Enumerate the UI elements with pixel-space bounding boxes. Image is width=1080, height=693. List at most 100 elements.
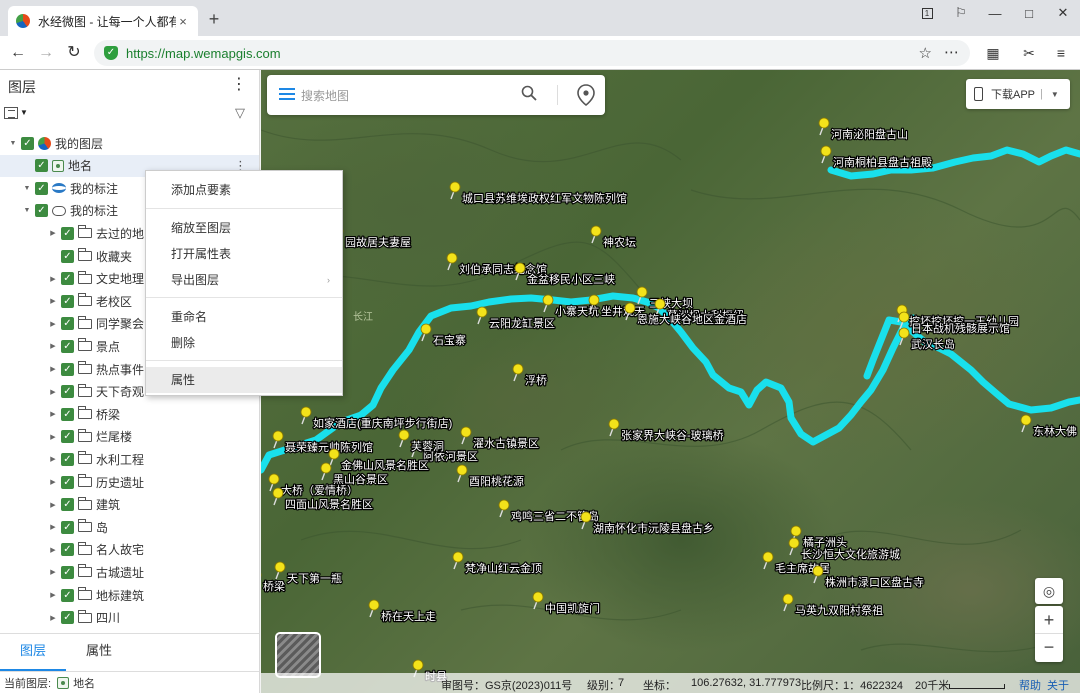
pushpin-icon[interactable] (514, 262, 526, 281)
map-place-label[interactable]: 橘子洲头 (802, 535, 848, 550)
pushpin-icon[interactable] (818, 117, 830, 136)
map-place-label[interactable]: 湖南怀化市沅陵县盘古乡 (592, 520, 715, 536)
expand-arrow-icon[interactable]: ▶ (48, 591, 58, 599)
map-place-label[interactable]: 河南桐柏县盘古祖殿 (832, 154, 933, 170)
pushpin-icon[interactable] (320, 462, 332, 481)
forward-icon[interactable]: → (36, 43, 56, 63)
map-place-label[interactable]: 武汉长岛 (910, 336, 956, 352)
minimize-icon[interactable]: — (978, 0, 1012, 26)
tab-properties[interactable]: 属性 (66, 634, 132, 671)
grid-apps-icon[interactable]: ▦ (984, 44, 1002, 62)
expand-arrow-icon[interactable]: ▶ (48, 546, 58, 554)
layer-tree-row[interactable]: ▶ ✓ 地标建筑 (0, 584, 259, 606)
layer-visibility-checkbox[interactable]: ✓ (61, 317, 74, 331)
pushpin-icon[interactable] (898, 327, 910, 346)
pushpin-icon[interactable] (762, 551, 774, 570)
map-place-label[interactable]: 大桥（爱情桥） (280, 482, 359, 498)
layer-tree-row[interactable]: ▶ ✓ 古城遗址 (0, 561, 259, 583)
expand-arrow-icon[interactable]: ▶ (48, 275, 58, 283)
basemap-thumbnail[interactable] (275, 632, 321, 678)
pushpin-icon[interactable] (368, 599, 380, 618)
pushpin-icon[interactable] (328, 448, 340, 467)
download-app-button[interactable]: 下载APP | ▼ (966, 79, 1070, 109)
layer-visibility-checkbox[interactable]: ✓ (61, 520, 74, 534)
expand-arrow-icon[interactable]: ▶ (48, 297, 58, 305)
layer-visibility-checkbox[interactable]: ✓ (61, 249, 74, 263)
menu-item-add-point[interactable]: 添加点要素 (146, 177, 342, 203)
layer-visibility-checkbox[interactable]: ✓ (35, 181, 48, 195)
map-place-label[interactable]: 如家酒店(重庆南坪步行街店) (312, 415, 454, 431)
expand-arrow-icon[interactable]: ▶ (48, 433, 58, 441)
shirt-icon[interactable]: ⚐ (944, 0, 978, 26)
pushpin-icon[interactable] (498, 499, 510, 518)
reload-icon[interactable]: ↻ (64, 43, 84, 63)
map-place-label[interactable]: 梵净山红云金顶 (464, 560, 543, 576)
close-window-icon[interactable]: ✕ (1046, 0, 1080, 26)
zoom-in-button[interactable]: + (1035, 606, 1063, 634)
search-icon[interactable] (521, 85, 537, 101)
map-place-label[interactable]: 园故居夫妻屋 (344, 234, 412, 250)
map-place-label[interactable]: 神农坛 (602, 234, 637, 250)
map-place-label[interactable]: 芙蓉洞 (410, 438, 445, 454)
map-place-label[interactable]: 中国凯旋门 (544, 600, 601, 616)
map-place-label[interactable]: 酉阳桃花源 (468, 473, 525, 489)
layer-visibility-checkbox[interactable]: ✓ (21, 136, 34, 150)
pushpin-icon[interactable] (608, 418, 620, 437)
layer-visibility-checkbox[interactable]: ✓ (61, 407, 74, 421)
location-pin-icon[interactable] (575, 83, 597, 107)
layer-tree-row[interactable]: ▼ ✓ 我的图层 (0, 132, 259, 154)
pushpin-icon[interactable] (446, 252, 458, 271)
pushpin-icon[interactable] (788, 537, 800, 556)
browser-tab[interactable]: 水经微图 - 让每一个人都有自 × (8, 6, 198, 36)
menu-item-rename[interactable]: 重命名 (146, 304, 342, 330)
layer-tree-row[interactable]: ▶ ✓ 岛 (0, 516, 259, 538)
layer-visibility-checkbox[interactable]: ✓ (61, 452, 74, 466)
menu-icon[interactable]: ≡ (1052, 44, 1070, 62)
expand-arrow-icon[interactable]: ▶ (48, 342, 58, 350)
layer-tree-row[interactable]: ▶ ✓ 名人故宅 (0, 539, 259, 561)
menu-item-zoom-to-layer[interactable]: 缩放至图层 (146, 215, 342, 241)
layer-visibility-checkbox[interactable]: ✓ (61, 430, 74, 444)
expand-arrow-icon[interactable]: ▶ (48, 523, 58, 531)
expand-arrow-icon[interactable]: ▶ (48, 320, 58, 328)
about-link[interactable]: 关于 (1047, 677, 1069, 693)
pushpin-icon[interactable] (820, 145, 832, 164)
map-place-label[interactable]: 河南泌阳盘古山 (830, 126, 909, 142)
map-place-label[interactable]: 濯水古镇景区 (472, 435, 540, 451)
pushpin-icon[interactable] (782, 593, 794, 612)
pushpin-icon[interactable] (272, 430, 284, 449)
pushpin-icon[interactable] (449, 181, 461, 200)
layer-tree-row[interactable]: ▶ ✓ 历史遗址 (0, 471, 259, 493)
pushpin-icon[interactable] (590, 225, 602, 244)
layer-tree-row[interactable]: ▶ ✓ 水利工程 (0, 448, 259, 470)
map-place-label[interactable]: 浮桥 (524, 373, 548, 388)
map-place-label[interactable]: 恩施大峡谷地区金酒店 (636, 311, 748, 327)
help-link[interactable]: 帮助 (1019, 677, 1041, 693)
layer-visibility-checkbox[interactable]: ✓ (35, 159, 48, 173)
chevron-down-icon[interactable]: ▼ (1051, 90, 1059, 99)
expand-arrow-icon[interactable]: ▶ (48, 388, 58, 396)
new-tab-button[interactable]: + (204, 9, 224, 30)
tab-counter-button[interactable]: 1 (910, 0, 944, 26)
locate-button[interactable]: ◎ (1035, 578, 1063, 604)
pushpin-icon[interactable] (542, 294, 554, 313)
pushpin-icon[interactable] (272, 487, 284, 506)
map-place-label[interactable]: 聂荣臻元帅陈列馆 (284, 439, 374, 455)
map-place-label[interactable]: 桥在天上走 (380, 609, 437, 624)
map-place-label[interactable]: 马英九双阳村祭祖 (794, 602, 884, 618)
menu-icon[interactable] (279, 88, 295, 100)
collapse-arrow-icon[interactable]: ▼ (22, 185, 32, 192)
url-field[interactable]: ✓ https://map.wemapgis.com ☆ ⋯ (94, 40, 970, 66)
map-place-label[interactable]: 张家界大峡谷-玻璃桥 (620, 427, 725, 443)
bookmark-star-icon[interactable]: ☆ (919, 44, 932, 62)
layer-tree-row[interactable]: ▶ ✓ 烂尾楼 (0, 426, 259, 448)
map-place-label[interactable]: 金盆移民小区三峡 (526, 271, 616, 287)
layer-visibility-checkbox[interactable]: ✓ (61, 226, 74, 240)
map-place-label[interactable]: 株洲市渌口区盘古寺 (824, 574, 925, 590)
expand-arrow-icon[interactable]: ▶ (48, 455, 58, 463)
layer-visibility-checkbox[interactable]: ✓ (61, 294, 74, 308)
expand-arrow-icon[interactable]: ▶ (48, 614, 58, 622)
layer-visibility-checkbox[interactable]: ✓ (61, 543, 74, 557)
expand-arrow-icon[interactable]: ▶ (48, 568, 58, 576)
layer-visibility-checkbox[interactable]: ✓ (61, 611, 74, 625)
